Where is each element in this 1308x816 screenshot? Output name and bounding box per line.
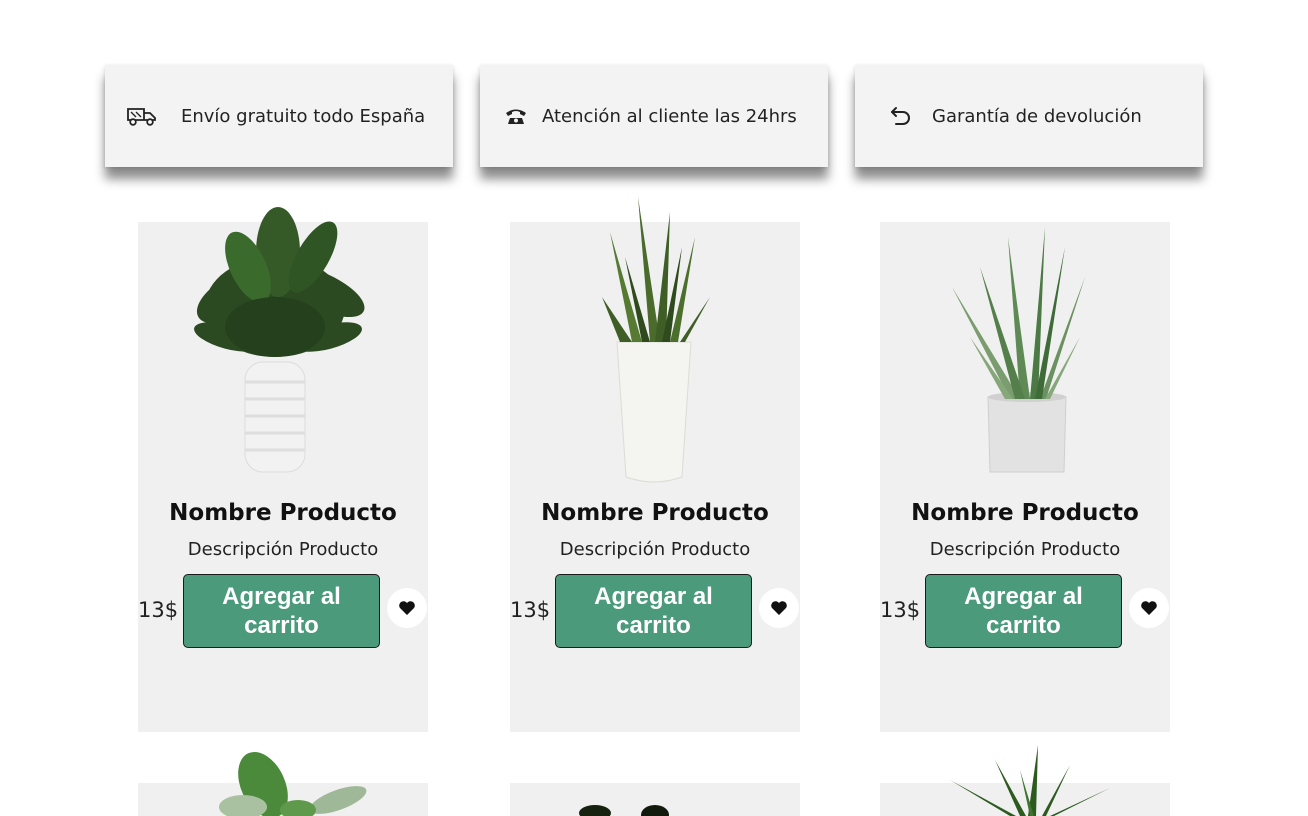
phone-icon [496, 107, 536, 125]
feature-returns-text: Garantía de devolución [932, 105, 1142, 127]
heart-icon [399, 601, 415, 615]
features-bar: Envío gratuito todo España Atención al c… [105, 65, 1203, 167]
add-to-cart-button[interactable]: Agregar al carrito [183, 574, 380, 648]
return-icon [881, 104, 921, 128]
feature-support: Atención al cliente las 24hrs [480, 65, 828, 167]
feature-shipping: Envío gratuito todo España [105, 65, 453, 167]
product-card: Nombre Producto Descripción Producto 13$… [880, 222, 1170, 732]
favorite-button[interactable] [759, 588, 799, 628]
feature-shipping-text: Envío gratuito todo España [181, 105, 426, 127]
product-price: 13$ [880, 598, 921, 622]
product-description: Descripción Producto [929, 539, 1121, 560]
feature-support-text: Atención al cliente las 24hrs [542, 105, 797, 127]
product-image [952, 227, 1085, 473]
product-image [194, 207, 365, 473]
product-card: Nombre Producto Descripción Producto 13$… [138, 207, 428, 732]
product-description: Descripción Producto [187, 539, 379, 560]
product-name: Nombre Producto [169, 500, 397, 526]
product-price: 13$ [510, 598, 551, 622]
add-to-cart-button[interactable]: Agregar al carrito [925, 574, 1122, 648]
favorite-button[interactable] [387, 588, 427, 628]
product-image [950, 745, 1110, 816]
product-name: Nombre Producto [911, 500, 1139, 526]
add-to-cart-button[interactable]: Agregar al carrito [555, 574, 752, 648]
product-image [579, 805, 669, 816]
heart-icon [1141, 601, 1157, 615]
product-card: Nombre Producto Descripción Producto 13$… [510, 197, 800, 732]
favorite-button[interactable] [1129, 588, 1169, 628]
product-name: Nombre Producto [541, 500, 769, 526]
feature-returns: Garantía de devolución [855, 65, 1203, 167]
heart-icon [771, 601, 787, 615]
product-image [602, 197, 710, 483]
product-image [219, 751, 367, 816]
truck-icon [123, 104, 163, 128]
product-description: Descripción Producto [559, 539, 751, 560]
product-price: 13$ [138, 598, 179, 622]
